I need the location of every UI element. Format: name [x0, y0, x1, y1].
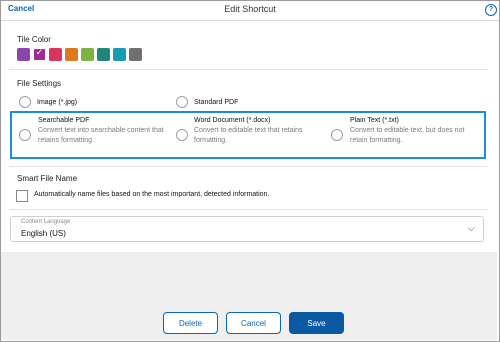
tile-color-label: Tile Color [17, 35, 51, 44]
radio-button[interactable] [19, 96, 31, 108]
swatch-5[interactable] [81, 48, 94, 61]
check-icon: ✓ [35, 47, 44, 57]
radio-searchable-pdf[interactable] [19, 129, 31, 141]
option-description: Convert text into searchable content tha… [38, 127, 164, 144]
swatch-2[interactable]: ✓ [33, 47, 46, 61]
radio-button[interactable] [176, 96, 188, 108]
option-description: Convert to editable text, but does not r… [350, 127, 465, 144]
swatch-4[interactable] [65, 48, 78, 61]
save-button[interactable]: Save [289, 312, 344, 334]
chevron-down-icon: ⌵ [467, 223, 475, 234]
help-icon[interactable]: ? [485, 4, 497, 16]
divider [9, 166, 488, 167]
tile-color-swatches: ✓ [17, 47, 142, 61]
option-title: Image (*.jpg) [37, 98, 78, 106]
divider [9, 209, 488, 210]
dialog-header: Cancel Edit Shortcut ? [1, 1, 499, 21]
swatch-7[interactable] [113, 48, 126, 61]
radio-option-jpg[interactable]: Image (*.jpg) [19, 96, 77, 108]
dialog-title: Edit Shortcut [224, 4, 276, 14]
delete-button[interactable]: Delete [163, 312, 218, 334]
radio-option-standard-pdf[interactable]: Standard PDF [176, 96, 238, 108]
option-searchable-pdf[interactable]: Searchable PDF Convert text into searcha… [38, 117, 178, 146]
content-language-value: English (US) [21, 229, 66, 238]
smart-file-name-description: Automatically name files based on the mo… [34, 191, 270, 198]
content-language-select[interactable]: Content Language English (US) ⌵ [10, 216, 484, 242]
option-title: Word Document (*.docx) [194, 117, 271, 124]
swatch-8[interactable] [129, 48, 142, 61]
option-title: Searchable PDF [38, 117, 90, 124]
file-settings-label: File Settings [17, 79, 62, 88]
cancel-button[interactable]: Cancel [226, 312, 281, 334]
radio-word-document[interactable] [176, 129, 188, 141]
smart-file-name-label: Smart File Name [17, 174, 78, 183]
radio-plain-text[interactable] [331, 129, 343, 141]
smart-file-name-checkbox[interactable] [16, 190, 28, 202]
option-word-document[interactable]: Word Document (*.docx) Convert to editab… [194, 117, 332, 146]
option-plain-text[interactable]: Plain Text (*.txt) Convert to editable t… [350, 117, 480, 146]
content-language-label: Content Language [21, 219, 71, 225]
swatch-1[interactable] [17, 48, 30, 61]
swatch-6[interactable] [97, 48, 110, 61]
option-description: Convert to editable text that retains fo… [194, 127, 303, 144]
swatch-3[interactable] [49, 48, 62, 61]
option-title: Standard PDF [194, 98, 239, 106]
divider [9, 69, 488, 70]
option-title: Plain Text (*.txt) [350, 117, 399, 124]
